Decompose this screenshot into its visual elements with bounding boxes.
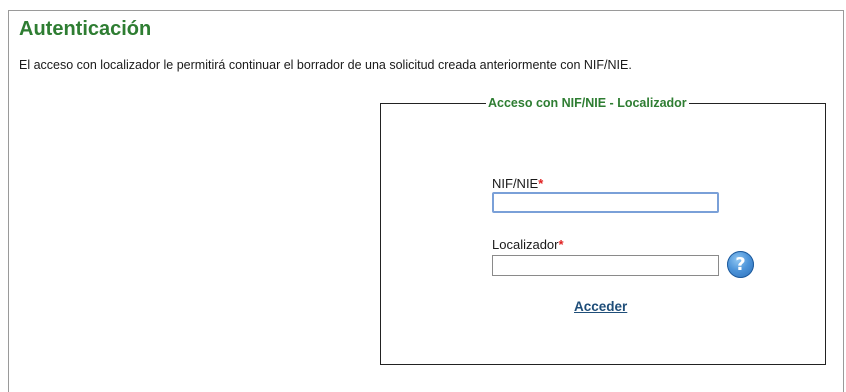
acceder-link[interactable]: Acceder bbox=[574, 299, 627, 315]
nif-label-text: NIF/NIE bbox=[492, 176, 539, 191]
required-mark: * bbox=[558, 237, 564, 252]
login-panel bbox=[380, 103, 826, 365]
page-title: Autenticación bbox=[19, 18, 152, 40]
localizador-field-label: Localizador* bbox=[492, 237, 564, 253]
localizador-input[interactable] bbox=[492, 255, 719, 276]
nif-input[interactable] bbox=[492, 192, 719, 213]
nif-field-label: NIF/NIE* bbox=[492, 176, 543, 192]
login-panel-legend: Acceso con NIF/NIE - Localizador bbox=[486, 95, 689, 111]
help-icon[interactable]: ? bbox=[727, 251, 754, 278]
required-mark: * bbox=[538, 176, 544, 191]
localizador-label-text: Localizador bbox=[492, 237, 559, 252]
intro-text: El acceso con localizador le permitirá c… bbox=[19, 58, 632, 72]
